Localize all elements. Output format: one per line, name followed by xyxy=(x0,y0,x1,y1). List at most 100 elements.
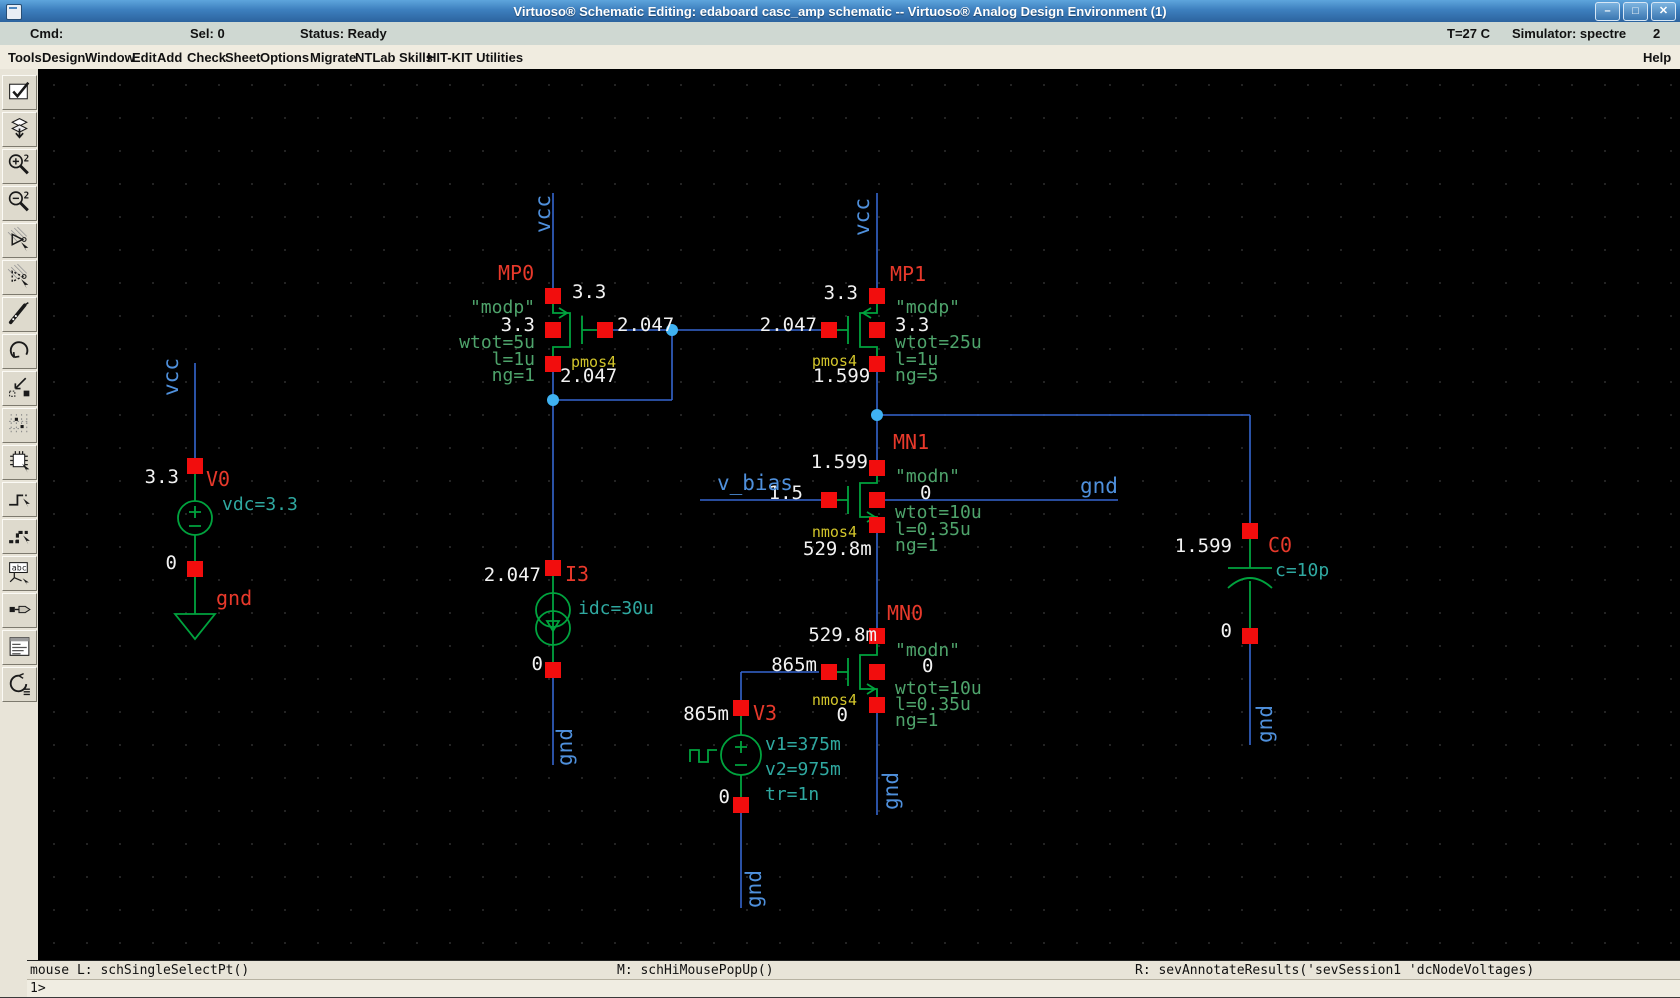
voltage-annotation: 3.3 xyxy=(572,281,606,303)
menu-design[interactable]: Design xyxy=(42,50,85,65)
terminal-marker xyxy=(1242,628,1258,644)
properties-form-button[interactable] xyxy=(2,630,37,665)
voltage-annotation: 2.047 xyxy=(617,314,674,336)
instance-param: tr=1n xyxy=(765,784,819,805)
repeat-button[interactable] xyxy=(2,667,37,702)
command-prompt[interactable]: 1> xyxy=(27,979,1680,998)
stretch-button[interactable] xyxy=(2,371,37,406)
menu-add[interactable]: Add xyxy=(157,50,182,65)
instance-param: v2=975m xyxy=(765,759,841,780)
voltage-annotation: 3.3 xyxy=(145,466,179,488)
voltage-annotation: 0 xyxy=(1221,620,1232,642)
stretch-arrow-icon xyxy=(9,377,30,397)
menu-hitkit-utilities[interactable]: HIT-KIT Utilities xyxy=(427,50,523,65)
undo-arrow-icon xyxy=(9,341,29,359)
instance-param: vdc=3.3 xyxy=(222,494,298,515)
window-title: Virtuoso® Schematic Editing: edaboard ca… xyxy=(513,3,1167,19)
voltage-annotation: 865m xyxy=(683,703,729,725)
net-label-gnd[interactable]: gnd xyxy=(1253,705,1277,743)
net-label-gnd[interactable]: gnd xyxy=(879,772,903,810)
menu-tools[interactable]: Tools xyxy=(8,50,42,65)
area-pattern-button[interactable] xyxy=(2,408,37,443)
zoom-out-2x-button[interactable]: 2 xyxy=(2,186,37,221)
menu-edit[interactable]: Edit xyxy=(132,50,157,65)
svg-text:2: 2 xyxy=(24,190,30,201)
prompt-text: 1> xyxy=(30,981,46,996)
voltage-annotation: 0 xyxy=(719,786,730,808)
terminal-marker xyxy=(545,662,561,678)
undo-button[interactable] xyxy=(2,334,37,369)
minimize-button[interactable]: – xyxy=(1595,2,1620,21)
close-button[interactable]: ✕ xyxy=(1651,2,1676,21)
menu-window[interactable]: Window xyxy=(85,50,135,65)
menu-migrate[interactable]: Migrate xyxy=(310,50,356,65)
instance-name: V0 xyxy=(206,467,230,491)
terminal-marker xyxy=(1242,523,1258,539)
menu-bar: Tools Design Window Edit Add Check Sheet… xyxy=(0,45,1680,70)
net-label-vcc[interactable]: vcc xyxy=(159,358,183,396)
ng-param: ng=1 xyxy=(895,710,938,731)
maximize-button[interactable]: □ xyxy=(1623,2,1648,21)
select-move-button[interactable] xyxy=(2,260,37,295)
junction-dot xyxy=(871,409,883,421)
menu-options[interactable]: Options xyxy=(260,50,309,65)
simulator-name: Simulator: spectre xyxy=(1512,26,1627,41)
voltage-annotation: 1.599 xyxy=(811,451,868,473)
instance-name: V3 xyxy=(753,701,777,725)
probe-pen-button[interactable] xyxy=(2,297,37,332)
instance-param: c=10p xyxy=(1275,560,1329,581)
terminal-marker xyxy=(821,322,837,338)
voltage-annotation: 529.8m xyxy=(808,624,877,646)
wide-wire-button[interactable] xyxy=(2,519,37,554)
terminal-marker xyxy=(187,561,203,577)
voltage-annotation: 0 xyxy=(532,653,543,675)
instance-param: idc=30u xyxy=(578,598,654,619)
instance-button[interactable] xyxy=(2,445,37,480)
net-label-vcc[interactable]: vcc xyxy=(850,198,874,236)
menu-sheet[interactable]: Sheet xyxy=(225,50,260,65)
instance-name: MN1 xyxy=(893,430,929,454)
net-label-gnd[interactable]: gnd xyxy=(1080,474,1118,498)
pin-icon xyxy=(9,605,31,614)
pattern-dots-icon xyxy=(9,414,30,435)
menu-help[interactable]: Help xyxy=(1643,50,1671,65)
selection-count: Sel: 0 xyxy=(190,26,225,41)
select-copy-button[interactable] xyxy=(2,223,37,258)
ng-param: ng=1 xyxy=(492,365,535,386)
abc-label-icon: abc xyxy=(9,562,29,585)
window-icon xyxy=(6,4,22,20)
mouse-right-binding: R: sevAnnotateResults('sevSession1 'dcNo… xyxy=(1135,963,1535,978)
cell-name: nmos4 xyxy=(812,691,857,709)
net-label-gnd[interactable]: gnd xyxy=(553,728,577,766)
net-label-vcc[interactable]: vcc xyxy=(531,195,555,233)
instance-name: C0 xyxy=(1268,533,1292,557)
check-icon xyxy=(9,81,30,100)
terminal-marker xyxy=(545,356,561,372)
menu-ntlab-skills[interactable]: NTLab Skills xyxy=(355,50,433,65)
instance-name: MP1 xyxy=(890,262,926,286)
svg-text:2: 2 xyxy=(24,153,30,164)
voltage-annotation: 0 xyxy=(166,552,177,574)
terminal-marker xyxy=(869,697,885,713)
menu-check[interactable]: Check xyxy=(187,50,226,65)
terminal-marker xyxy=(869,356,885,372)
gate-cursor-icon xyxy=(7,226,29,252)
instance-name: I3 xyxy=(565,562,589,586)
net-label-vbias[interactable]: v_bias xyxy=(717,471,793,495)
schematic-canvas[interactable]: 3.3 V0 vdc=3.3 0 gnd vcc MP0 3.3 "modp" … xyxy=(38,69,1680,960)
net-label-gnd: gnd xyxy=(216,586,252,610)
save-button[interactable] xyxy=(2,112,37,147)
wire-button[interactable] xyxy=(2,482,37,517)
title-bar: Virtuoso® Schematic Editing: edaboard ca… xyxy=(0,0,1680,22)
status-count: 2 xyxy=(1653,26,1661,41)
ng-param: ng=1 xyxy=(895,535,938,556)
voltage-annotation: 1.599 xyxy=(813,365,870,387)
wire-label-button[interactable]: abc xyxy=(2,556,37,591)
zoom-in-2x-button[interactable]: 2 xyxy=(2,149,37,184)
check-and-save-button[interactable] xyxy=(2,75,37,110)
voltage-annotation: 865m xyxy=(771,654,817,676)
pen-icon xyxy=(8,302,29,325)
pin-button[interactable] xyxy=(2,593,37,628)
net-label-gnd[interactable]: gnd xyxy=(742,870,766,908)
terminal-marker xyxy=(869,288,885,304)
